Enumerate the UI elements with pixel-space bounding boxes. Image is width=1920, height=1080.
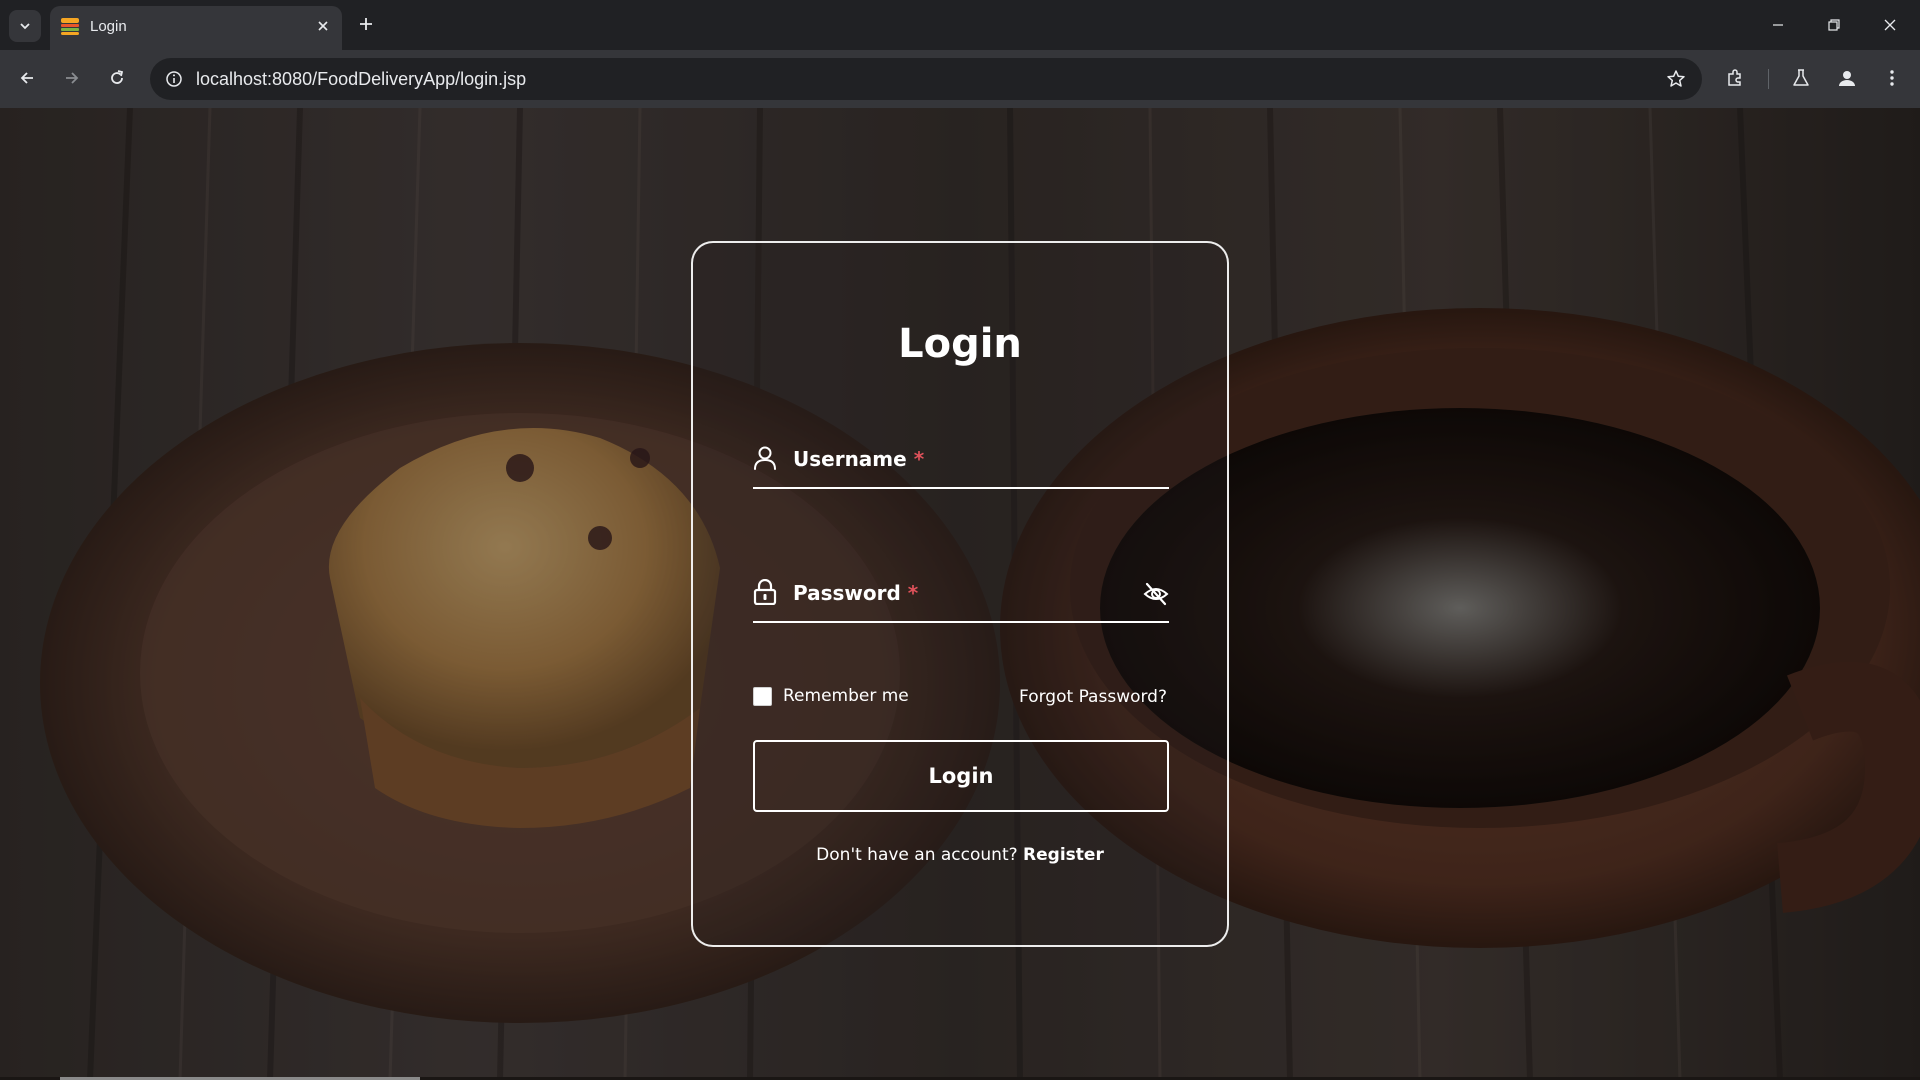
tab-close-button[interactable] xyxy=(312,15,334,37)
info-icon xyxy=(166,71,182,87)
arrow-left-icon xyxy=(20,72,33,84)
profile-button[interactable] xyxy=(1829,60,1865,96)
login-button[interactable]: Login xyxy=(753,740,1169,812)
remember-me[interactable]: Remember me xyxy=(753,686,909,706)
tab-search-button[interactable] xyxy=(9,10,41,42)
chevron-down-icon xyxy=(20,23,30,30)
url-text[interactable]: localhost:8080/FoodDeliveryApp/login.jsp xyxy=(196,69,526,90)
restore-button[interactable] xyxy=(1811,0,1857,50)
tab-strip: Login xyxy=(0,0,1920,50)
close-icon xyxy=(318,21,328,31)
close-window-button[interactable] xyxy=(1867,0,1913,50)
login-title: Login xyxy=(898,321,1022,367)
reload-button[interactable] xyxy=(99,60,135,96)
plus-icon xyxy=(360,18,372,30)
page-viewport: Login Username * Password * Remember me … xyxy=(0,108,1920,1080)
food-delivery-icon xyxy=(61,18,79,35)
labs-button[interactable] xyxy=(1783,60,1819,96)
username-field[interactable]: Username * xyxy=(753,433,1169,489)
eye-off-icon[interactable] xyxy=(1143,581,1169,607)
tab-title: Login xyxy=(90,18,127,35)
restore-icon xyxy=(1828,19,1840,31)
arrow-right-icon xyxy=(66,72,79,84)
browser-tab[interactable]: Login xyxy=(50,6,342,50)
remember-me-checkbox[interactable] xyxy=(753,686,772,706)
forgot-password-link[interactable]: Forgot Password? xyxy=(1019,687,1167,707)
extensions-button[interactable] xyxy=(1717,60,1753,96)
star-icon xyxy=(1667,70,1685,87)
register-prompt-text: Don't have an account? xyxy=(816,845,1018,865)
new-tab-button[interactable] xyxy=(353,11,379,37)
login-card: Login Username * Password * Remember me … xyxy=(691,241,1229,947)
minimize-icon xyxy=(1773,24,1783,26)
remember-me-label: Remember me xyxy=(783,686,909,706)
site-info-button[interactable] xyxy=(158,63,190,95)
password-input[interactable] xyxy=(753,567,1169,621)
forward-button[interactable] xyxy=(54,60,90,96)
reload-icon xyxy=(111,70,124,84)
puzzle-icon xyxy=(1728,69,1741,86)
avatar-icon xyxy=(1839,71,1855,86)
close-icon xyxy=(1884,19,1896,31)
menu-button[interactable] xyxy=(1874,60,1910,96)
register-link[interactable]: Register xyxy=(1023,845,1104,865)
toolbar-divider xyxy=(1768,69,1769,89)
minimize-button[interactable] xyxy=(1755,0,1801,50)
register-prompt: Don't have an account? Register xyxy=(693,845,1227,865)
flask-icon xyxy=(1793,69,1809,86)
address-bar[interactable]: localhost:8080/FoodDeliveryApp/login.jsp xyxy=(150,58,1702,100)
back-button[interactable] xyxy=(9,60,45,96)
browser-toolbar: localhost:8080/FoodDeliveryApp/login.jsp xyxy=(0,50,1920,108)
username-input[interactable] xyxy=(753,433,1169,487)
bookmark-button[interactable] xyxy=(1660,63,1692,95)
more-vertical-icon xyxy=(1890,70,1894,86)
password-field[interactable]: Password * xyxy=(753,567,1169,623)
